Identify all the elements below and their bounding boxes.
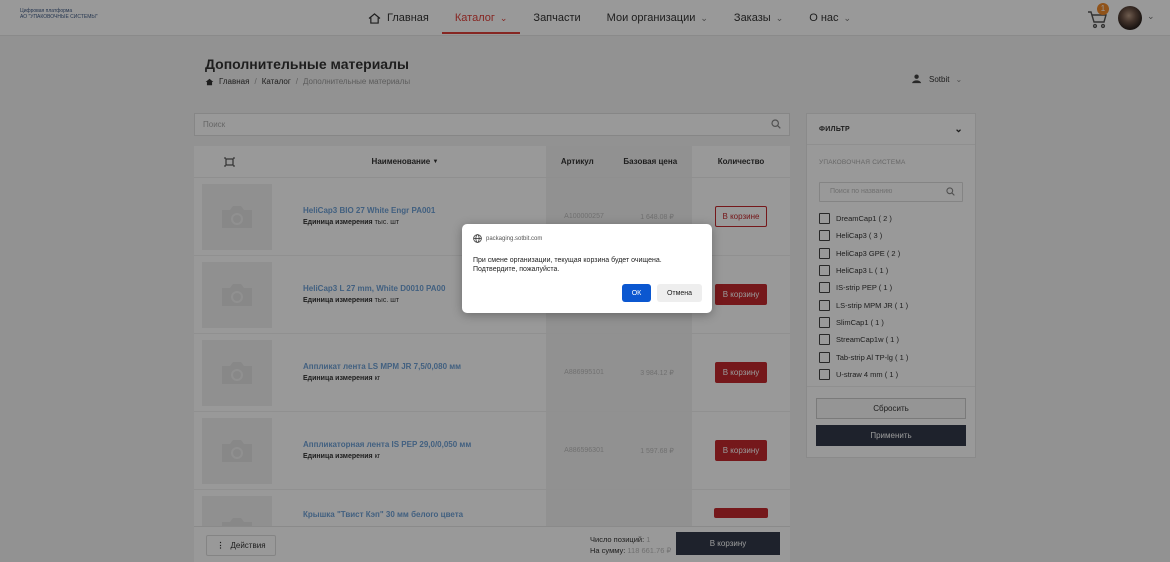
dialog-message: При смене организации, текущая корзина б… (473, 257, 662, 273)
confirm-dialog: packaging.sotbit.com При смене организац… (462, 224, 712, 313)
dialog-origin: packaging.sotbit.com (473, 234, 542, 243)
globe-icon (473, 234, 482, 243)
cancel-button[interactable]: Отмена (657, 284, 702, 302)
ok-button[interactable]: ОК (622, 284, 651, 302)
